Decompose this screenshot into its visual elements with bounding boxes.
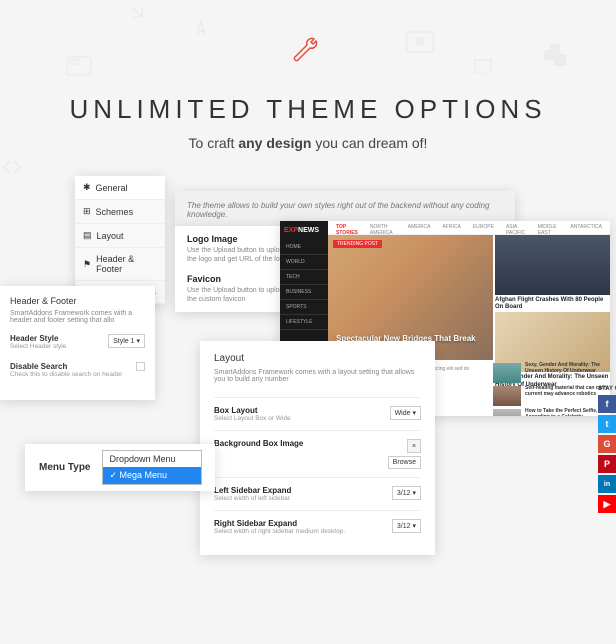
sidebar-item-header-footer[interactable]: ⚑ Header & Footer	[75, 248, 165, 281]
page-title: UNLIMITED THEME OPTIONS	[0, 94, 616, 125]
disable-search-label: Disable Search	[10, 362, 122, 371]
gear-icon: ✱	[83, 182, 91, 193]
menu-type-panel: Menu Type Dropdown Menu Mega Menu	[25, 444, 215, 491]
sidebar-item-general[interactable]: ✱ General	[75, 176, 165, 200]
theme-description: The theme allows to build your own style…	[187, 201, 503, 219]
sidebar-label: General	[96, 183, 128, 193]
layout-panel: Layout SmartAddons Framework comes with …	[200, 341, 435, 555]
flag-icon: ⚑	[83, 259, 91, 270]
preview-logo: EXPNEWS	[280, 221, 328, 240]
header-style-label: Header Style	[10, 334, 66, 343]
facebook-button[interactable]: f	[598, 395, 616, 413]
header-style-select[interactable]: Style 1 ▾	[108, 334, 145, 348]
right-sidebar-label: Right Sidebar Expand	[214, 519, 392, 528]
box-layout-label: Box Layout	[214, 406, 390, 415]
box-layout-sub: Select Layout Box or Wide	[214, 415, 390, 422]
preview-caption: Afghan Flight Crashes With 80 People On …	[495, 297, 610, 311]
left-sidebar-select[interactable]: 3/12 ▾	[392, 486, 421, 500]
sidebar-item-schemes[interactable]: ⊞ Schemes	[75, 200, 165, 224]
mini-title: Sexy, Gender And Morality: The Unseen Hi…	[525, 363, 610, 374]
pinterest-button[interactable]: P	[598, 455, 616, 473]
sidebar-label: Layout	[97, 231, 124, 241]
disable-search-sub: Check this to disable search on header	[10, 371, 122, 378]
stay-connected-label: STAY CON	[598, 386, 616, 392]
linkedin-button[interactable]: in	[598, 475, 616, 493]
preview-nav-item: LIFESTYLE	[280, 315, 328, 330]
menu-type-dropdown[interactable]: Dropdown Menu Mega Menu	[102, 450, 202, 485]
trending-tag: TRENDING POST	[333, 240, 382, 248]
preview-thumb	[495, 235, 610, 295]
wrench-icon	[290, 35, 326, 76]
dropdown-option[interactable]: Dropdown Menu	[103, 451, 201, 467]
favicon-title: Favicon	[187, 274, 293, 284]
twitter-button[interactable]: t	[598, 415, 616, 433]
box-layout-select[interactable]: Wide ▾	[390, 406, 421, 420]
left-sidebar-sub: Select width of left sidebar.	[214, 495, 392, 502]
logo-image-desc: Use the Upload button to upload the logo…	[187, 246, 293, 264]
grid-icon: ⊞	[83, 206, 91, 217]
social-sidebar: STAY CON f t G P in ▶	[598, 386, 616, 515]
sidebar-item-layout[interactable]: ▤ Layout	[75, 224, 165, 248]
hf-title: Header & Footer	[10, 296, 145, 306]
bg-image-clear-button[interactable]: ×	[407, 439, 421, 453]
hf-desc: SmartAddons Framework comes with a heade…	[10, 310, 145, 324]
google-button[interactable]: G	[598, 435, 616, 453]
logo-image-title: Logo Image	[187, 234, 293, 244]
menu-type-label: Menu Type	[31, 462, 90, 473]
header-style-sub: Select Header style	[10, 343, 66, 350]
disable-search-checkbox[interactable]	[136, 362, 145, 371]
preview-nav-item: WORLD	[280, 255, 328, 270]
right-sidebar-sub: Select width of right sidebar medium des…	[214, 528, 392, 535]
bg-image-browse-button[interactable]: Browse	[388, 456, 421, 469]
right-sidebar-select[interactable]: 3/12 ▾	[392, 519, 421, 533]
sidebar-label: Header & Footer	[96, 254, 157, 274]
page-subtitle: To craft any design you can dream of!	[0, 135, 616, 151]
favicon-desc: Use the Upload button to upload the cust…	[187, 286, 293, 304]
dropdown-option-selected[interactable]: Mega Menu	[103, 467, 201, 484]
layout-title: Layout	[214, 353, 421, 364]
preview-topbar: TOP STORIES NORTH AMERICA AMERICA AFRICA…	[328, 221, 610, 235]
preview-nav-item: HOME	[280, 240, 328, 255]
bg-image-label: Background Box Image	[214, 439, 388, 448]
preview-nav-item: BUSINESS	[280, 285, 328, 300]
preview-nav-item: TECH	[280, 270, 328, 285]
left-sidebar-label: Left Sidebar Expand	[214, 486, 392, 495]
layout-icon: ▤	[83, 230, 92, 241]
settings-sidebar: ✱ General ⊞ Schemes ▤ Layout ⚑ Header & …	[75, 176, 165, 304]
youtube-button[interactable]: ▶	[598, 495, 616, 513]
header-footer-panel: Header & Footer SmartAddons Framework co…	[0, 286, 155, 400]
layout-desc: SmartAddons Framework comes with a layou…	[214, 369, 421, 383]
sidebar-label: Schemes	[96, 207, 134, 217]
preview-nav-item: SPORTS	[280, 300, 328, 315]
